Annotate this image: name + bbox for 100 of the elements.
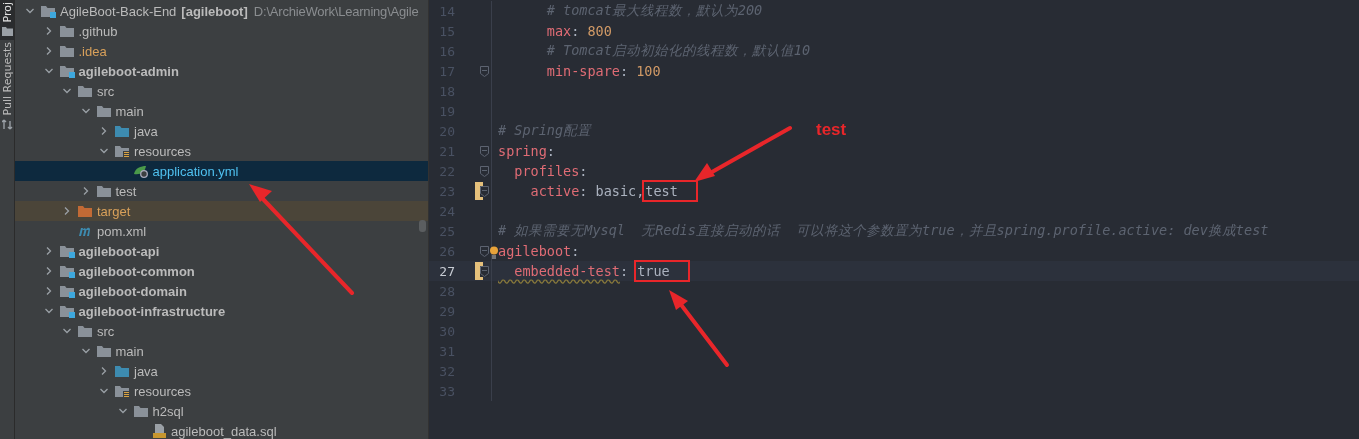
file-name: agileboot-infrastructure	[78, 303, 226, 319]
code-token: :	[571, 23, 581, 39]
file-name: .idea	[78, 43, 107, 59]
folder-icon	[95, 104, 113, 118]
code-token: # Tomcat启动初始化的线程数，默认值10	[545, 42, 811, 60]
tree-item[interactable]: .github	[15, 21, 428, 41]
code-token: embedded-test	[513, 263, 620, 279]
fold-icon[interactable]	[480, 66, 489, 77]
code-token: :	[579, 183, 589, 199]
chevron-down-icon[interactable]	[80, 346, 91, 356]
tree-item[interactable]: application.yml	[15, 161, 428, 181]
code-token: agileboot	[498, 243, 572, 259]
tree-item[interactable]: pom.xml	[15, 221, 428, 241]
chevron-down-icon[interactable]	[117, 406, 128, 416]
tree-item[interactable]: main	[15, 341, 428, 361]
code-token: :	[579, 163, 588, 179]
code-token: basic,	[595, 183, 645, 199]
tree-item[interactable]: agileboot-api	[15, 241, 428, 261]
tool-window-tab[interactable]: Proj	[0, 0, 14, 40]
chevron-right-icon[interactable]	[99, 126, 109, 136]
tool-window-tab[interactable]: Pull Requests	[0, 39, 14, 134]
folder-icon	[58, 44, 76, 58]
sql-file-icon	[151, 424, 168, 438]
file-name: main	[115, 103, 144, 119]
chevron-down-icon[interactable]	[99, 146, 109, 156]
tree-item[interactable]: agileboot-infrastructure	[15, 301, 428, 321]
file-name: application.yml	[152, 163, 239, 179]
pull-request-icon	[1, 118, 13, 130]
code-token: :	[546, 143, 555, 159]
folder-icon	[58, 24, 76, 38]
scrollbar-thumb[interactable]	[419, 220, 426, 232]
file-name: src	[97, 323, 115, 339]
tree-item[interactable]: resources	[15, 141, 428, 161]
code-token: spring	[498, 143, 547, 159]
folder-icon	[132, 404, 150, 418]
module-folder-icon	[58, 304, 76, 318]
folder-icon	[77, 324, 94, 338]
tree-item[interactable]: h2sql	[15, 401, 428, 421]
code-token: max	[545, 23, 572, 39]
file-name: .github	[78, 23, 118, 39]
file-name: resources	[134, 383, 192, 399]
tree-item[interactable]: test	[15, 181, 428, 201]
chevron-down-icon[interactable]	[62, 326, 72, 336]
module-folder-icon	[58, 284, 76, 298]
fold-icon[interactable]	[480, 166, 489, 177]
file-name: test	[115, 183, 137, 199]
resources-folder-icon	[114, 384, 131, 398]
tree-item[interactable]: resources	[15, 381, 428, 401]
tree-item[interactable]: main	[15, 101, 428, 121]
tree-item[interactable]: java	[15, 361, 428, 381]
chevron-down-icon[interactable]	[99, 386, 109, 396]
file-name: java	[134, 363, 158, 379]
folder-icon	[77, 204, 94, 218]
file-name: agileboot-api	[78, 243, 160, 259]
code-token: # tomcat最大线程数，默认为200	[545, 2, 763, 20]
line-number: 27	[438, 263, 455, 279]
tree-item[interactable]: src	[15, 321, 428, 341]
module-folder-icon	[58, 244, 76, 258]
code-token: profiles	[513, 163, 580, 179]
chevron-right-icon[interactable]	[62, 206, 72, 216]
file-name: src	[97, 83, 115, 99]
chevron-down-icon[interactable]	[25, 6, 35, 16]
tree-item[interactable]: agileboot-domain	[15, 281, 428, 301]
code-token: 100	[636, 63, 661, 79]
annotation-label: test	[816, 120, 847, 140]
chevron-down-icon[interactable]	[80, 106, 91, 116]
code-token: true	[636, 262, 688, 280]
chevron-right-icon[interactable]	[99, 366, 109, 376]
file-name: pom.xml	[97, 223, 147, 239]
tree-item[interactable]: .idea	[15, 41, 428, 61]
tree-item[interactable]: agileboot-admin	[15, 61, 428, 81]
folder-icon	[95, 344, 113, 358]
code-token: test	[644, 182, 696, 200]
tree-item[interactable]: src	[15, 81, 428, 101]
code-token: :	[619, 63, 630, 79]
code-token: active	[529, 183, 580, 199]
tree-item[interactable]: AgileBoot-Back-End [agileboot] D:\ArchieWork\Learning\Agile	[15, 1, 428, 21]
bulb-icon[interactable]	[490, 246, 498, 259]
folder-icon	[114, 364, 131, 378]
file-name: h2sql	[152, 403, 184, 419]
file-name: agileboot-admin	[78, 63, 179, 79]
tree-item[interactable]: java	[15, 121, 428, 141]
chevron-down-icon[interactable]	[62, 86, 72, 96]
file-name: main	[115, 343, 144, 359]
project-path: D:\ArchieWork\Learning\Agile	[253, 3, 419, 19]
code-token: 800	[587, 23, 612, 39]
file-name: agileboot_data.sql	[171, 423, 277, 439]
file-name: java	[134, 123, 158, 139]
folder-icon	[77, 84, 94, 98]
module-folder-icon	[40, 4, 57, 18]
tree-item[interactable]: target	[15, 201, 428, 221]
tree-item[interactable]: agileboot-common	[15, 261, 428, 281]
fold-icon[interactable]	[480, 146, 489, 157]
tree-item[interactable]: agileboot_data.sql	[15, 421, 428, 439]
chevron-down-icon[interactable]	[43, 306, 54, 316]
chevron-down-icon[interactable]	[43, 66, 54, 76]
leaf-gear-icon	[132, 164, 150, 178]
code-token: :	[571, 243, 580, 259]
file-name: target	[97, 203, 131, 219]
module-folder-icon	[58, 264, 76, 278]
